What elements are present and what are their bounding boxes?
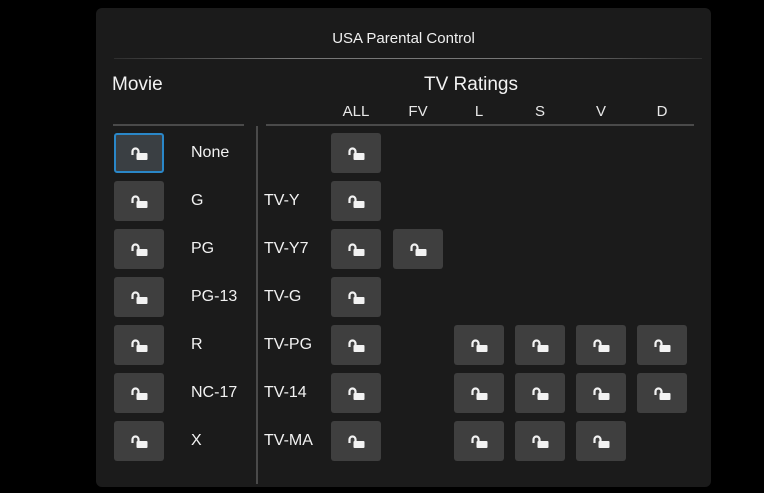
movie-rating-label: PG (191, 240, 215, 257)
tv-lock-button[interactable] (576, 325, 626, 365)
movie-rating-label: PG-13 (191, 288, 238, 305)
section-divider (256, 126, 258, 484)
tv-lock-button[interactable] (331, 229, 381, 269)
parental-control-panel: USA Parental Control Movie TV Ratings AL… (96, 8, 711, 487)
tv-column-header: V (595, 103, 606, 120)
movie-rating-label: R (191, 336, 203, 353)
tv-rating-label: TV-PG (264, 336, 313, 353)
tv-lock-button[interactable] (331, 133, 381, 173)
title-divider (114, 58, 702, 59)
movie-lock-button[interactable] (114, 373, 164, 413)
tv-rating-label: TV-MA (264, 432, 313, 449)
movie-header-divider (113, 124, 244, 126)
tv-lock-button[interactable] (576, 373, 626, 413)
movie-rating-label: None (191, 144, 230, 161)
tv-ratings-heading: TV Ratings (424, 74, 518, 95)
movie-lock-button[interactable] (114, 229, 164, 269)
movie-lock-button[interactable] (114, 421, 164, 461)
tv-lock-button[interactable] (331, 373, 381, 413)
tv-lock-button[interactable] (331, 277, 381, 317)
tv-lock-button[interactable] (637, 325, 687, 365)
tv-lock-button[interactable] (515, 421, 565, 461)
tv-column-header: S (534, 103, 545, 120)
tv-column-header: D (656, 103, 668, 120)
movie-rating-label: X (191, 432, 202, 449)
tv-column-header: ALL (342, 103, 370, 120)
movie-lock-button[interactable] (114, 181, 164, 221)
tv-lock-button[interactable] (331, 421, 381, 461)
tv-lock-button[interactable] (515, 373, 565, 413)
tv-lock-button[interactable] (393, 229, 443, 269)
tv-lock-button[interactable] (454, 373, 504, 413)
tv-column-header: FV (408, 103, 428, 120)
panel-title: USA Parental Control (332, 30, 475, 47)
movie-rating-label: NC-17 (191, 384, 238, 401)
tv-lock-button[interactable] (454, 325, 504, 365)
movie-lock-button[interactable] (114, 133, 164, 173)
tv-rating-label: TV-G (264, 288, 302, 305)
tv-lock-button[interactable] (331, 181, 381, 221)
tv-lock-button[interactable] (637, 373, 687, 413)
movie-heading: Movie (112, 74, 163, 95)
tv-rating-label: TV-Y7 (264, 240, 309, 257)
movie-lock-button[interactable] (114, 277, 164, 317)
movie-lock-button[interactable] (114, 325, 164, 365)
tv-lock-button[interactable] (515, 325, 565, 365)
tv-lock-button[interactable] (331, 325, 381, 365)
tv-column-header: L (474, 103, 484, 120)
tv-lock-button[interactable] (454, 421, 504, 461)
tv-rating-label: TV-14 (264, 384, 307, 401)
tv-header-divider (266, 124, 694, 126)
tv-rating-label: TV-Y (264, 192, 300, 209)
tv-lock-button[interactable] (576, 421, 626, 461)
movie-rating-label: G (191, 192, 204, 209)
